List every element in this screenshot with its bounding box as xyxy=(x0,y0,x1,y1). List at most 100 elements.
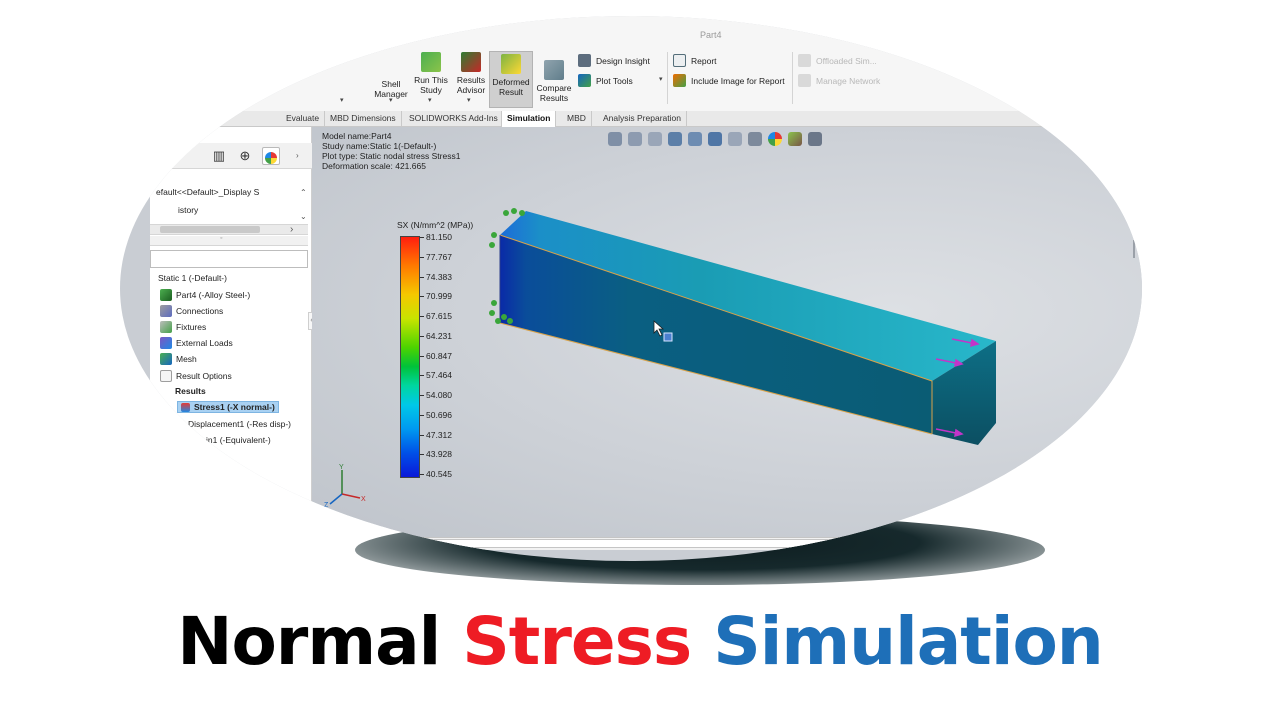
tree-item-label: Results xyxy=(175,386,206,396)
legend-value: 70.999 xyxy=(426,291,452,302)
legend-tick xyxy=(420,256,424,258)
dropdown-caret-icon[interactable]: ▾ xyxy=(340,96,344,104)
color-wheel-icon xyxy=(265,151,277,164)
solidworks-window: Part4 ▾ Shell Manager ▾ Run This Study ▾… xyxy=(120,16,1142,561)
plot-tools-button[interactable]: Plot Tools xyxy=(578,74,633,87)
caption-word-stress: Stress xyxy=(462,603,692,680)
tree-item-label: in1 (-Equivalent-) xyxy=(206,435,271,445)
legend-title: SX (N/mm^2 (MPa)) xyxy=(397,220,474,230)
deformed-result-icon xyxy=(501,54,521,74)
scroll-right-icon[interactable]: › xyxy=(290,224,293,235)
view-orientation-label: etric xyxy=(342,524,359,534)
tab-mbd[interactable]: MBD xyxy=(562,111,592,127)
chevron-right-icon[interactable]: › xyxy=(296,151,299,160)
results-advisor-label: Results Advisor xyxy=(456,75,486,95)
tab-static-1[interactable]: Static 1 xyxy=(366,537,411,550)
splitter-grip-icon: ◦ xyxy=(220,235,223,242)
run-this-study-button[interactable]: Run This Study xyxy=(412,52,450,95)
tree-item-stress1[interactable]: Stress1 (-X normal-) xyxy=(177,401,279,413)
tree-item-label: Mesh xyxy=(176,354,197,364)
tree-item-external-loads[interactable]: External Loads xyxy=(160,337,233,349)
tree-item-displacement1[interactable]: Displacement1 (-Res disp-) xyxy=(188,419,291,429)
include-image-button[interactable]: Include Image for Report xyxy=(673,74,785,87)
tree-item-part[interactable]: Part4 (-Alloy Steel-) xyxy=(160,289,250,301)
tab-mbd-dimensions[interactable]: MBD Dimensions xyxy=(325,111,402,127)
legend-tick xyxy=(420,395,424,396)
design-insight-button[interactable]: Design Insight xyxy=(578,54,650,67)
tree-filter-input[interactable] xyxy=(150,250,308,268)
legend-tick xyxy=(420,316,424,317)
tree-item-label: Stress1 (-X normal-) xyxy=(194,402,275,412)
bottom-scrollbar[interactable] xyxy=(416,539,976,548)
legend-value: 60.847 xyxy=(426,350,452,361)
scroll-up-icon[interactable]: ⌃ xyxy=(300,188,307,197)
results-advisor-icon xyxy=(461,52,481,72)
dropdown-caret-icon[interactable]: ▾ xyxy=(467,96,471,104)
window-title: Part4 xyxy=(700,30,722,40)
tab-simulation[interactable]: Simulation xyxy=(501,111,557,127)
plot-tools-label: Plot Tools xyxy=(596,75,633,86)
legend-value: 47.312 xyxy=(426,429,452,440)
report-icon xyxy=(673,54,686,67)
plot-tools-icon xyxy=(578,74,591,87)
tree-item-results[interactable]: Results xyxy=(175,386,206,396)
scroll-down-icon[interactable]: ⌄ xyxy=(300,212,307,221)
legend-tick xyxy=(420,276,424,278)
tree-item-static-study[interactable]: Static 1 (-Default-) xyxy=(158,273,227,283)
tree-item-connections[interactable]: Connections xyxy=(160,305,223,317)
legend-color-bar[interactable] xyxy=(400,236,420,478)
compare-results-icon xyxy=(544,60,564,80)
probe-marker-icon xyxy=(663,332,673,342)
shell-manager-icon xyxy=(381,56,401,76)
command-manager-tabs: Evaluate MBD Dimensions SOLIDWORKS Add-I… xyxy=(120,111,1142,127)
legend-tick xyxy=(420,375,424,377)
display-manager-icon[interactable] xyxy=(262,147,280,165)
results-advisor-button[interactable]: Results Advisor xyxy=(453,52,489,95)
dropdown-caret-icon[interactable]: ▾ xyxy=(659,75,663,83)
stress-plot-icon xyxy=(181,402,190,412)
shell-manager-button[interactable]: Shell Manager xyxy=(372,56,410,99)
manage-network-label: Manage Network xyxy=(816,75,881,86)
compare-results-button[interactable]: Compare Results xyxy=(535,60,573,103)
report-label: Report xyxy=(691,55,717,66)
legend-tick xyxy=(420,296,424,298)
tab-solidworks-add-ins[interactable]: SOLIDWORKS Add-Ins xyxy=(404,111,504,127)
tree-item-label: Fixtures xyxy=(176,322,207,332)
tree-item-fixtures[interactable]: Fixtures xyxy=(160,321,206,333)
tab-analysis-preparation[interactable]: Analysis Preparation xyxy=(598,111,687,127)
legend-tick xyxy=(420,335,424,337)
run-this-study-label: Run This Study xyxy=(414,75,448,95)
tree-item-label: Part4 (-Alloy Steel-) xyxy=(176,290,251,300)
history-node[interactable]: istory xyxy=(178,205,198,215)
tree-item-strain1[interactable]: in1 (-Equivalent-) xyxy=(206,435,271,445)
video-caption: Normal Stress Simulation xyxy=(0,600,1280,684)
tab-evaluate[interactable]: Evaluate xyxy=(281,111,326,127)
ribbon: Part4 ▾ Shell Manager ▾ Run This Study ▾… xyxy=(120,16,1142,112)
part-icon xyxy=(160,289,172,301)
panel-splitter[interactable]: ◦ xyxy=(150,235,308,246)
manage-network-button[interactable]: Manage Network xyxy=(798,74,880,87)
legend-value: 64.231 xyxy=(426,330,452,341)
triad-y-label: Y xyxy=(339,464,344,471)
dropdown-caret-icon[interactable]: ▾ xyxy=(389,96,393,104)
screenshot-oval: Part4 ▾ Shell Manager ▾ Run This Study ▾… xyxy=(120,16,1142,561)
configuration-name: efault<<Default>_Display S xyxy=(156,187,260,197)
tree-item-mesh[interactable]: Mesh xyxy=(160,353,197,365)
legend-tick xyxy=(420,454,424,456)
dimxpert-icon[interactable]: ⊕ xyxy=(236,147,254,165)
offloaded-simulation-button[interactable]: Offloaded Sim... xyxy=(798,54,877,67)
reference-triad[interactable]: Y X Z xyxy=(322,462,372,508)
report-button[interactable]: Report xyxy=(673,54,717,67)
dropdown-caret-icon[interactable]: ▾ xyxy=(428,96,432,104)
legend-value: 74.383 xyxy=(426,271,452,282)
tree-item-label: External Loads xyxy=(176,338,233,348)
deformed-result-button[interactable]: Deformed Result xyxy=(489,51,533,108)
panel-scrollbar-thumb[interactable] xyxy=(160,226,260,233)
offloaded-icon xyxy=(798,54,811,67)
tree-item-result-options[interactable]: Result Options xyxy=(160,370,232,382)
tree-item-label: Displacement1 (-Res disp-) xyxy=(188,419,291,429)
config-manager-icon[interactable]: ▥ xyxy=(210,147,228,165)
design-insight-label: Design Insight xyxy=(596,55,650,66)
panel-tab-strip xyxy=(150,143,312,169)
legend-tick xyxy=(420,474,424,475)
